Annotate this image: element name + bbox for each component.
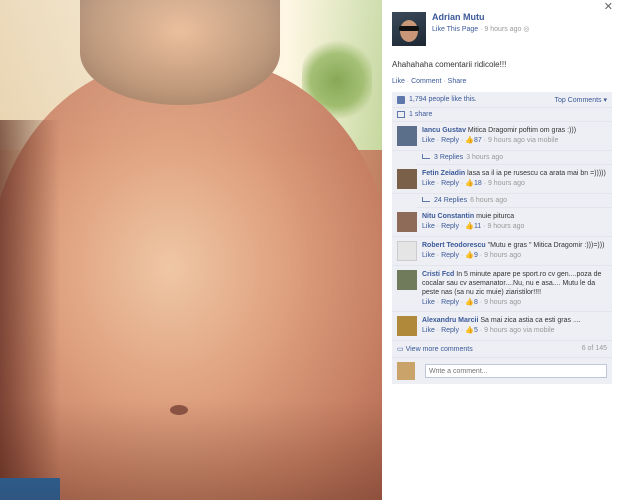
comment-like-link[interactable]: Like bbox=[422, 252, 435, 259]
comment-time: 9 hours ago bbox=[484, 327, 522, 334]
like-thumb-icon: 👍 bbox=[465, 137, 474, 144]
commenter-avatar[interactable] bbox=[397, 126, 417, 146]
comments-panel: 1,794 people like this. Top Comments ▾ 1… bbox=[392, 92, 612, 384]
comment-via: via mobile bbox=[526, 137, 559, 144]
like-page-link[interactable]: Like This Page bbox=[432, 26, 478, 33]
comment: Nitu Constantin muie piturca Like · Repl… bbox=[392, 208, 612, 237]
post-sidebar: ✕ Adrian Mutu Like This Page · 9 hours a… bbox=[382, 0, 617, 500]
comment-likes[interactable]: 5 bbox=[474, 327, 478, 334]
comment-reply-link[interactable]: Reply bbox=[441, 180, 459, 187]
comment: Robert Teodorescu "Mutu e gras " Mitica … bbox=[392, 237, 612, 266]
author-avatar[interactable] bbox=[392, 12, 426, 46]
post-author: Adrian Mutu Like This Page · 9 hours ago… bbox=[392, 12, 529, 46]
comment-likes[interactable]: 87 bbox=[474, 137, 482, 144]
comment-time: 9 hours ago bbox=[484, 299, 522, 306]
comment-like-link[interactable]: Like bbox=[422, 327, 435, 334]
comment-reply-link[interactable]: Reply bbox=[441, 223, 459, 230]
share-icon bbox=[397, 111, 405, 118]
comment-via: via mobile bbox=[523, 327, 555, 334]
author-name[interactable]: Adrian Mutu bbox=[432, 12, 529, 22]
comment-time: 9 hours ago bbox=[484, 252, 522, 259]
like-thumb-icon: 👍 bbox=[465, 180, 474, 187]
commenter-name[interactable]: Alexandru Marcii bbox=[422, 317, 478, 324]
commenter-avatar[interactable] bbox=[397, 270, 417, 290]
comment-reply-link[interactable]: Reply bbox=[441, 137, 459, 144]
current-user-avatar bbox=[397, 362, 415, 380]
comment-link[interactable]: Comment bbox=[411, 78, 441, 85]
comment-text: Sa mai zica astia ca esti gras .... bbox=[480, 317, 581, 324]
comment: Alexandru Marcii Sa mai zica astia ca es… bbox=[392, 312, 612, 341]
comment-like-link[interactable]: Like bbox=[422, 223, 435, 230]
like-thumb-icon bbox=[397, 95, 405, 104]
commenter-avatar[interactable] bbox=[397, 212, 417, 232]
like-thumb-icon: 👍 bbox=[465, 223, 474, 230]
commenter-name[interactable]: Nitu Constantin bbox=[422, 213, 474, 220]
comment-likes[interactable]: 11 bbox=[474, 223, 481, 230]
share-link[interactable]: Share bbox=[448, 78, 467, 85]
comment-bubble-icon: ▭ bbox=[397, 346, 404, 353]
comment-text: "Mutu e gras " Mitica Dragomir :)))=))) bbox=[487, 242, 605, 249]
comment-text: muie piturca bbox=[476, 213, 515, 220]
shares-count[interactable]: 1 share bbox=[409, 111, 432, 118]
commenter-name[interactable]: Robert Teodorescu bbox=[422, 242, 486, 249]
comment-like-link[interactable]: Like bbox=[422, 137, 435, 144]
commenter-avatar[interactable] bbox=[397, 241, 417, 261]
post-photo[interactable] bbox=[0, 0, 382, 500]
view-more-comments-link[interactable]: ▭ View more comments bbox=[397, 345, 473, 353]
replies-link[interactable]: 24 Replies 6 hours ago bbox=[417, 194, 612, 208]
comment-like-link[interactable]: Like bbox=[422, 299, 435, 306]
comment-like-link[interactable]: Like bbox=[422, 180, 435, 187]
comment: Fetin Zeiadin lasa sa il ia pe rusescu c… bbox=[392, 165, 612, 194]
post-actions: Like · Comment · Share bbox=[392, 78, 467, 85]
comment-reply-link[interactable]: Reply bbox=[441, 327, 459, 334]
comment-reply-link[interactable]: Reply bbox=[441, 299, 459, 306]
like-thumb-icon: 👍 bbox=[465, 299, 474, 306]
comment-likes[interactable]: 9 bbox=[474, 252, 478, 259]
comment-time: 9 hours ago bbox=[487, 180, 525, 187]
comment: Iancu Gustav Mitica Dragomir poftim om g… bbox=[392, 122, 612, 151]
write-comment-input[interactable] bbox=[425, 364, 607, 378]
post-text: Ahahahaha comentarii ridicole!!! bbox=[392, 60, 507, 69]
comment-text: lasa sa il ia pe rusescu ca arata mai bn… bbox=[467, 170, 606, 177]
commenter-name[interactable]: Iancu Gustav bbox=[422, 127, 466, 134]
comment: Cristi Fcd In 5 minute apare pe sport.ro… bbox=[392, 266, 612, 312]
globe-icon: ◎ bbox=[523, 26, 530, 33]
replies-link[interactable]: 3 Replies 3 hours ago bbox=[417, 151, 612, 165]
reply-arrow-icon bbox=[422, 154, 430, 159]
likes-count[interactable]: 1,794 people like this. bbox=[409, 96, 477, 103]
commenter-name[interactable]: Cristi Fcd bbox=[422, 271, 454, 278]
comment-text: Mitica Dragomir poftim om gras :))) bbox=[467, 127, 577, 134]
reply-arrow-icon bbox=[422, 197, 430, 202]
commenter-name[interactable]: Fetin Zeiadin bbox=[422, 170, 465, 177]
close-icon[interactable]: ✕ bbox=[604, 0, 613, 13]
comment-likes[interactable]: 8 bbox=[474, 299, 478, 306]
comment-reply-link[interactable]: Reply bbox=[441, 252, 459, 259]
comment-likes[interactable]: 18 bbox=[474, 180, 482, 187]
like-thumb-icon: 👍 bbox=[465, 252, 474, 259]
like-thumb-icon: 👍 bbox=[465, 327, 474, 334]
post-time: 9 hours ago bbox=[484, 26, 522, 33]
top-comments-dropdown[interactable]: Top Comments ▾ bbox=[554, 96, 607, 104]
comment-time: 9 hours ago bbox=[487, 137, 525, 144]
like-link[interactable]: Like bbox=[392, 78, 405, 85]
comment-time: 9 hours ago bbox=[487, 223, 525, 230]
commenter-avatar[interactable] bbox=[397, 169, 417, 189]
comment-count: 6 of 145 bbox=[581, 345, 607, 352]
commenter-avatar[interactable] bbox=[397, 316, 417, 336]
